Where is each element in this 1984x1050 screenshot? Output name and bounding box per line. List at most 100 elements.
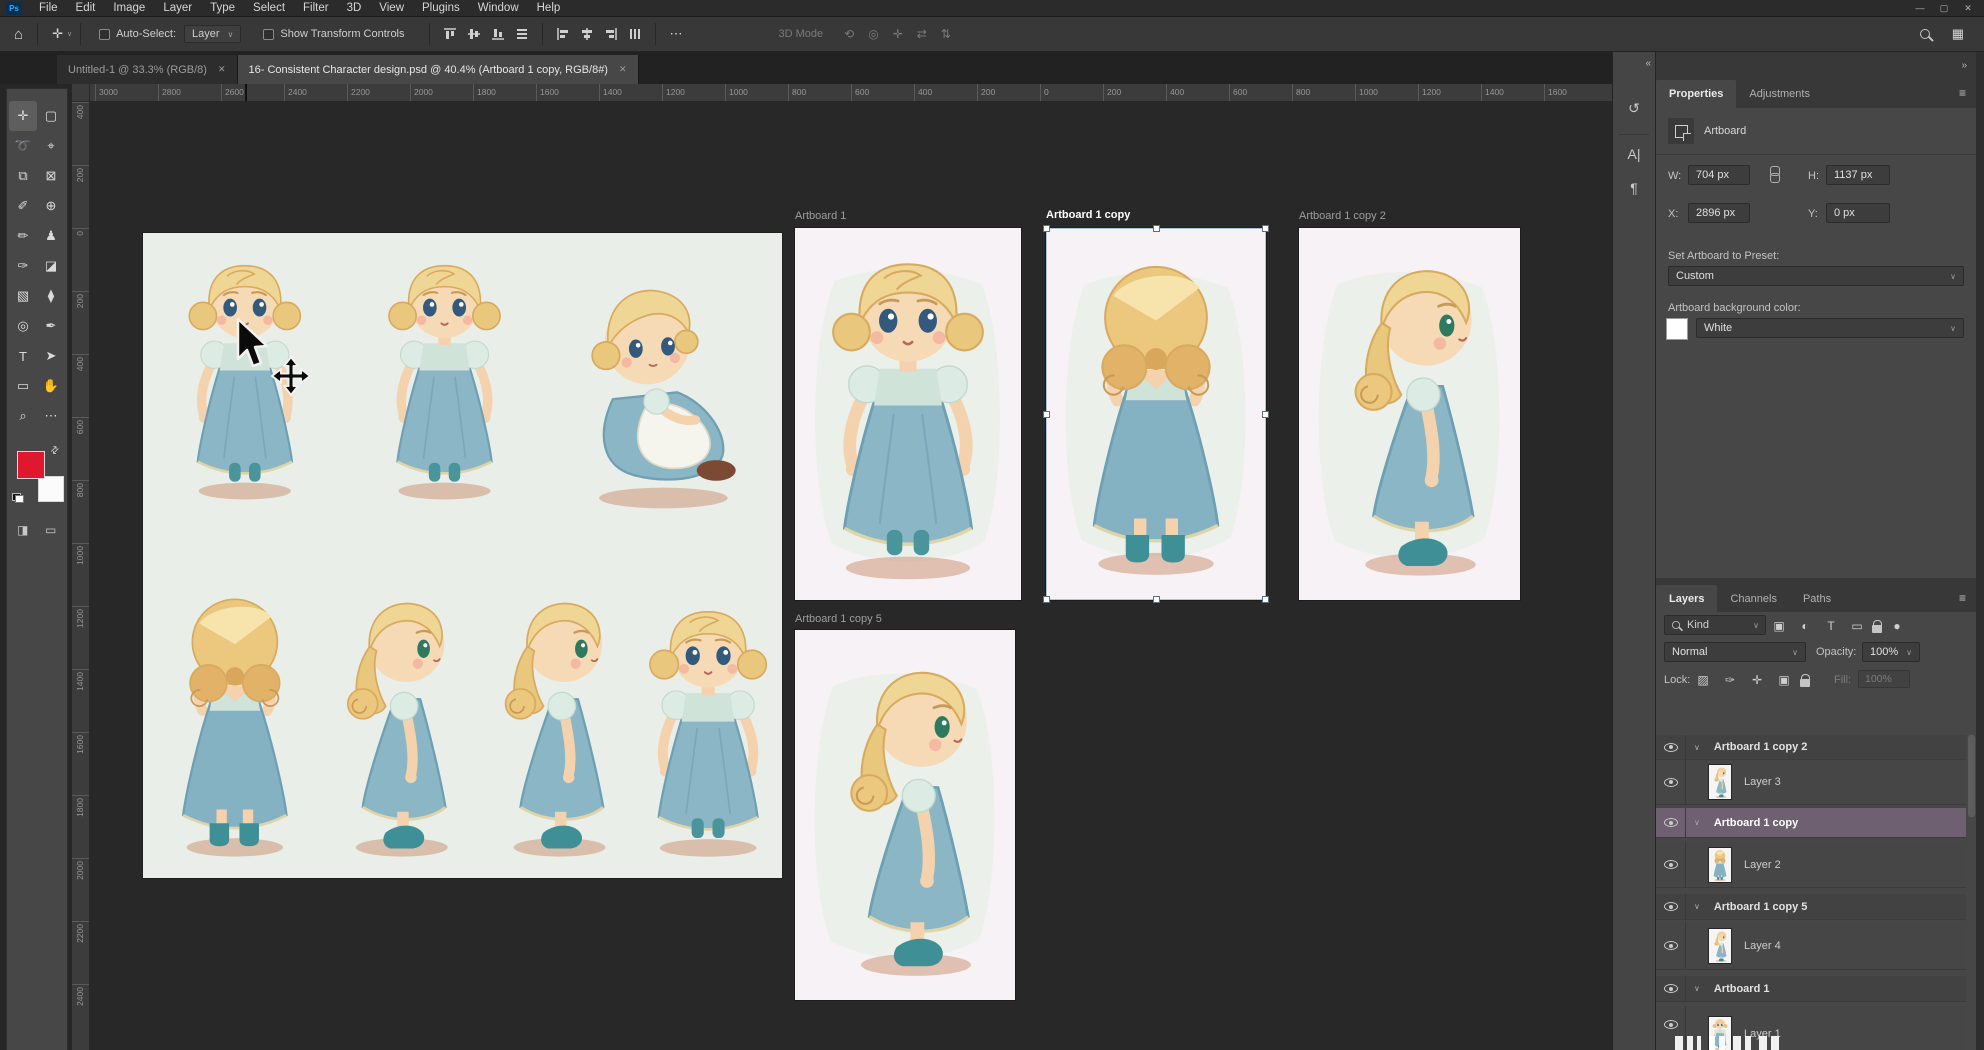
show-transform-checkbox[interactable] [263,29,274,40]
link-dimensions-icon[interactable] [1768,166,1780,182]
panel-menu-icon[interactable]: ≡ [1959,86,1966,100]
horizontal-ruler[interactable]: 3000280026002400220020001800160014001200… [90,84,1612,102]
layer-row[interactable]: Layer 4 [1656,922,1966,970]
lock-transparent-pixels-icon[interactable]: ▨ [1692,673,1714,687]
artboard-1-copy[interactable] [1046,228,1266,600]
object-selection-tool[interactable]: ⌖ [37,131,65,161]
3d-dolly-icon[interactable]: ⇅ [934,27,958,41]
close-icon[interactable]: ✕ [619,64,627,75]
blur-tool[interactable]: ⧫ [37,281,65,311]
distribute-horizontally-icon[interactable] [628,27,642,41]
artboard-label[interactable]: Artboard 1 copy 2 [1299,210,1386,222]
menu-item[interactable]: View [370,2,413,14]
lock-image-pixels-icon[interactable]: ✑ [1719,673,1741,687]
more-align-options-icon[interactable]: ⋯ [664,26,689,42]
panel-menu-icon[interactable]: ≡ [1959,591,1966,605]
clone-stamp-tool[interactable]: ♟ [37,221,65,251]
artboard-label-selected[interactable]: Artboard 1 copy [1046,209,1130,221]
hand-tool[interactable]: ✋ [37,371,65,401]
align-vertical-centers-icon[interactable] [467,27,481,41]
filter-shape-layers-icon[interactable]: ▭ [1846,619,1868,633]
artboard-bg-color-chip[interactable] [1666,318,1688,340]
visibility-toggle[interactable] [1656,842,1686,887]
history-panel-icon[interactable]: ↺ [1613,100,1655,117]
type-tool[interactable]: T [9,341,37,371]
quick-mask-icon[interactable]: ◨ [17,523,28,537]
search-icon[interactable] [1920,29,1930,39]
menu-item[interactable]: 3D [338,2,371,14]
layer-group-row-selected[interactable]: ∨ Artboard 1 copy [1656,808,1966,838]
visibility-toggle[interactable] [1656,760,1686,804]
canvas[interactable]: Artboard 1 Artboard 1 copy Artboard 1 co… [90,102,1612,1050]
lock-position-icon[interactable]: ✛ [1746,673,1768,687]
expand-panels-icon[interactable]: » [1961,60,1966,71]
opacity-dropdown[interactable]: 100% ∨ [1862,642,1920,662]
menu-item[interactable]: Plugins [413,2,469,14]
artboard-1-copy-5[interactable] [795,630,1015,1000]
character-panel-icon[interactable]: A| [1613,146,1655,162]
3d-pan-icon[interactable]: ✛ [886,27,910,41]
lasso-tool[interactable]: ➰ [9,131,37,161]
path-selection-tool[interactable]: ➤ [37,341,65,371]
menu-item[interactable]: File [30,2,67,14]
height-field[interactable]: 1137 px [1826,165,1890,185]
menu-item[interactable]: Help [528,2,570,14]
tab-channels[interactable]: Channels [1717,585,1789,613]
tab-layers[interactable]: Layers [1656,585,1717,613]
filter-adjustment-layers-icon[interactable]: ◐ [1794,619,1816,633]
foreground-color-swatch[interactable] [17,451,45,479]
eraser-tool[interactable]: ◪ [37,251,65,281]
auto-select-checkbox[interactable] [99,29,110,40]
menu-item[interactable]: Layer [154,2,201,14]
chevron-down-icon[interactable]: ∨ [1694,743,1700,752]
visibility-toggle[interactable] [1656,976,1686,1001]
menu-item[interactable]: Filter [294,2,338,14]
artboard-1-copy-2[interactable] [1299,228,1520,600]
filter-type-layers-icon[interactable]: T [1820,619,1842,633]
tab-paths[interactable]: Paths [1790,585,1844,613]
align-bottom-edges-icon[interactable] [491,27,505,41]
tab-adjustments[interactable]: Adjustments [1736,80,1823,108]
rectangular-marquee-tool[interactable]: ▢ [37,101,65,131]
screen-mode-icon[interactable]: ▭ [45,523,56,537]
menu-item[interactable]: Select [244,2,294,14]
layer-filter-dropdown[interactable]: Kind ∨ [1664,615,1766,635]
width-field[interactable]: 704 px [1688,165,1750,185]
menu-item[interactable]: Window [469,2,528,14]
rectangle-tool[interactable]: ▭ [9,371,37,401]
chevron-down-icon[interactable]: ∨ [1694,902,1700,911]
menu-item[interactable]: Edit [67,2,105,14]
visibility-toggle[interactable] [1656,735,1686,759]
healing-brush-tool[interactable]: ⊕ [37,191,65,221]
gradient-tool[interactable]: ▧ [9,281,37,311]
paragraph-panel-icon[interactable]: ¶ [1613,180,1655,196]
zoom-tool[interactable]: ⌕ [9,401,37,431]
align-right-edges-icon[interactable] [604,27,618,41]
3d-slide-icon[interactable]: ⇄ [910,27,934,41]
character-reference-image[interactable] [143,233,782,878]
menu-item[interactable]: Type [201,2,244,14]
history-brush-tool[interactable]: ✑ [9,251,37,281]
document-tab-active[interactable]: 16- Consistent Character design.psd @ 40… [238,55,639,84]
lock-artboard-icon[interactable]: ▣ [1773,673,1795,687]
minimize-button[interactable]: — [1908,3,1932,14]
transform-handle[interactable] [1262,596,1269,603]
collapse-panels-icon[interactable]: « [1645,58,1650,69]
auto-select-dropdown[interactable]: Layer ∨ [184,25,241,43]
layers-scrollbar[interactable] [1968,735,1975,817]
y-field[interactable]: 0 px [1826,203,1890,223]
move-tool[interactable]: ✛ [9,101,37,131]
transform-handle[interactable] [1262,411,1269,418]
x-field[interactable]: 2896 px [1688,203,1750,223]
filter-locked-layers-icon[interactable] [1872,625,1882,633]
eyedropper-tool[interactable]: ✐ [9,191,37,221]
align-horizontal-centers-icon[interactable] [580,27,594,41]
brush-tool[interactable]: ✏ [9,221,37,251]
chevron-down-icon[interactable]: ∨ [1694,984,1700,993]
visibility-toggle[interactable] [1656,894,1686,919]
visibility-toggle[interactable] [1656,922,1686,969]
maximize-button[interactable]: ▢ [1932,3,1956,14]
align-left-edges-icon[interactable] [556,27,570,41]
background-color-swatch[interactable] [38,476,64,502]
artboard-bg-color-dropdown[interactable]: White ∨ [1696,318,1964,338]
